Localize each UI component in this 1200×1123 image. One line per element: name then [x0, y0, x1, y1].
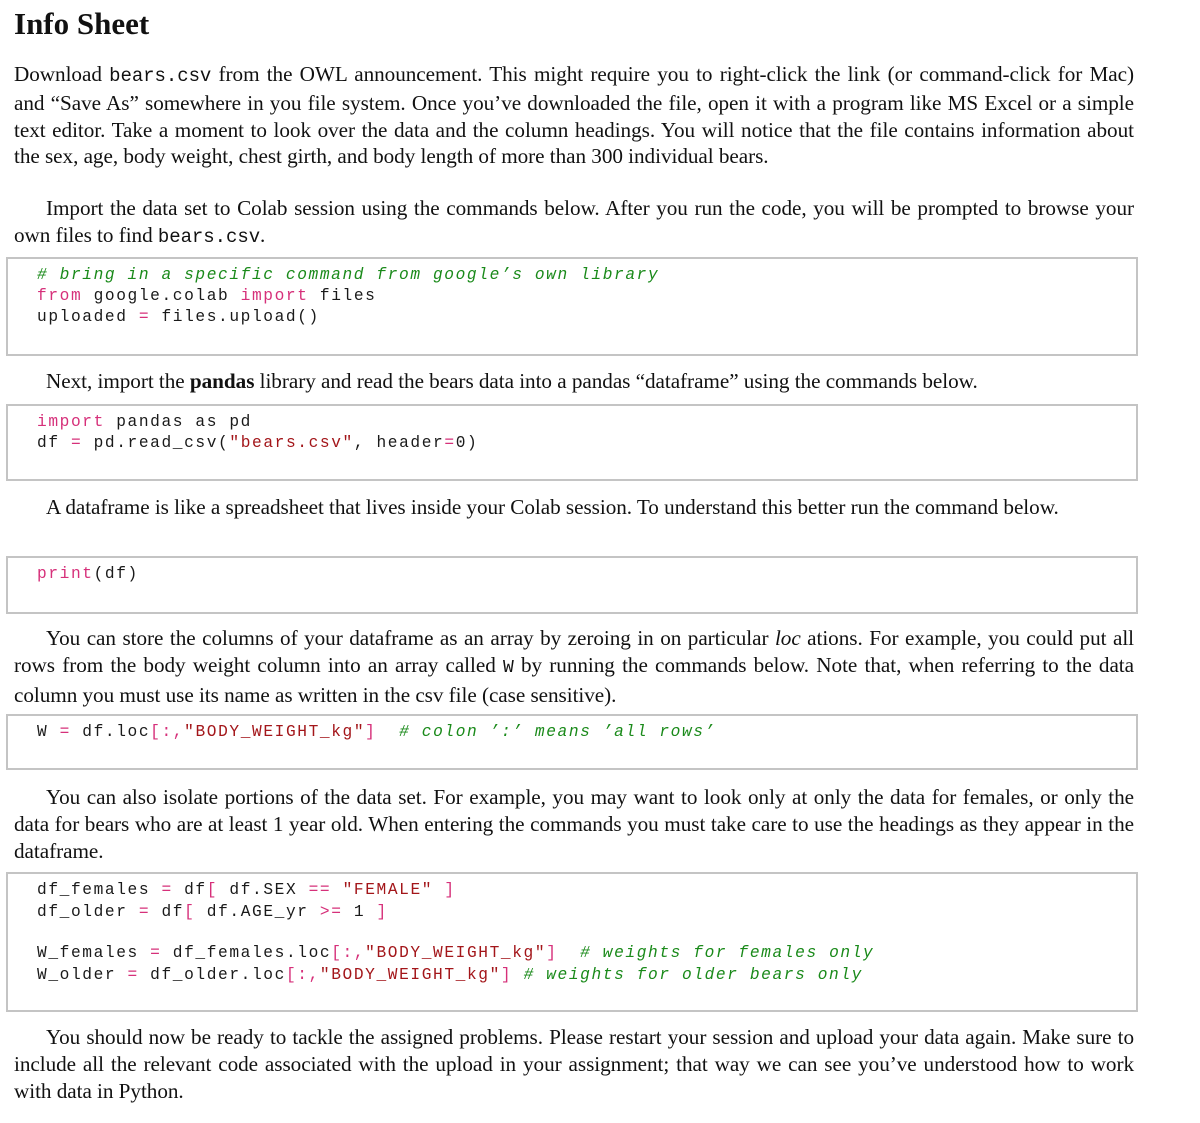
keyword-import: import: [240, 287, 309, 305]
bracket: [:,: [150, 723, 185, 741]
code-text: df_older.loc: [138, 966, 286, 984]
string-literal: "BODY_WEIGHT_kg": [184, 723, 366, 741]
code-text: df: [37, 434, 71, 452]
text: .: [260, 222, 266, 247]
code-comment: # colon ’:’ means ’all rows’: [399, 723, 716, 741]
code-text: df: [172, 881, 207, 899]
code-comment: # weights for older bears only: [523, 966, 864, 984]
code-text: df.loc: [70, 723, 151, 741]
loc-italic: loc: [774, 626, 801, 650]
code-block-print[interactable]: print(df): [6, 556, 1138, 614]
string-literal: "BODY_WEIGHT_kg": [319, 966, 501, 984]
code-line: from google.colab import files: [37, 286, 376, 307]
code-block-loc[interactable]: W = df.loc[:,"BODY_WEIGHT_kg"] # colon ’…: [6, 714, 1138, 770]
bracket: [: [184, 903, 196, 921]
code-block-filters[interactable]: df_females = df[ df.SEX == "FEMALE" ] df…: [6, 872, 1138, 1012]
bracket: [:,: [285, 966, 320, 984]
string-literal: "bears.csv": [229, 434, 354, 452]
code-text: df_older: [37, 903, 139, 921]
operator: =: [138, 903, 151, 921]
bracket: [:,: [331, 944, 366, 962]
operator: >=: [319, 903, 343, 921]
code-line: df = pd.read_csv("bears.csv", header=0): [37, 433, 478, 454]
loc-paragraph: You can store the columns of your datafr…: [14, 625, 1134, 708]
code-block-upload[interactable]: # bring in a specific command from googl…: [6, 257, 1138, 356]
code-line: uploaded = files.upload(): [37, 307, 320, 328]
pandas-paragraph: Next, import the pandas library and read…: [14, 368, 1134, 395]
code-text: pandas as pd: [104, 413, 252, 431]
download-paragraph: Download bears.csv from the OWL announce…: [14, 61, 1134, 170]
text: Next, import the: [46, 369, 190, 393]
code-text: (df): [93, 565, 139, 583]
code-text: files.upload(): [150, 308, 320, 326]
string-literal: "BODY_WEIGHT_kg": [365, 944, 547, 962]
code-text: df_females.loc: [161, 944, 332, 962]
code-comment: # weights for females only: [580, 944, 875, 962]
code-line: W_females = df_females.loc[:,"BODY_WEIGH…: [37, 943, 874, 964]
operator: ==: [308, 881, 332, 899]
operator: =: [70, 434, 83, 452]
page-title: Info Sheet: [14, 6, 150, 41]
code-line: import pandas as pd: [37, 412, 252, 433]
bracket: ]: [365, 723, 377, 741]
keyword-from: from: [37, 287, 83, 305]
text: You can store the columns of your datafr…: [46, 626, 775, 650]
operator: =: [444, 434, 456, 452]
code-text: df_females: [37, 881, 162, 899]
w-code: W: [502, 657, 514, 678]
operator: =: [59, 723, 71, 741]
dataframe-paragraph: A dataframe is like a spreadsheet that l…: [14, 494, 1134, 521]
code-text: W_older: [37, 966, 128, 984]
code-text: df: [150, 903, 185, 921]
code-text: df.AGE_yr: [195, 903, 320, 921]
code-line: W_older = df_older.loc[:,"BODY_WEIGHT_kg…: [37, 965, 863, 986]
bracket: [: [206, 881, 219, 899]
code-text: , header: [353, 434, 445, 452]
code-block-read-csv[interactable]: import pandas as pd df = pd.read_csv("be…: [6, 404, 1138, 481]
operator: =: [127, 966, 139, 984]
text: You should now be ready to tackle the as…: [14, 1025, 1134, 1103]
code-line: print(df): [37, 564, 139, 585]
code-text: df.SEX: [218, 881, 309, 899]
keyword-import: import: [37, 413, 105, 431]
bracket: ]: [500, 966, 513, 984]
text: library and read the bears data into a p…: [254, 369, 978, 393]
operator: =: [138, 308, 151, 326]
code-line: df_females = df[ df.SEX == "FEMALE" ]: [37, 880, 456, 901]
code-text: 1: [342, 903, 377, 921]
operator: =: [150, 944, 162, 962]
bracket: ]: [546, 944, 558, 962]
text: Download: [14, 62, 110, 86]
code-comment: # bring in a specific command from googl…: [37, 266, 660, 284]
code-text: google.colab: [82, 287, 241, 305]
filename-code: bears.csv: [109, 65, 212, 87]
code-line: W = df.loc[:,"BODY_WEIGHT_kg"] # colon ’…: [37, 722, 716, 743]
code-text: W_females: [37, 944, 151, 962]
filename-code: bears.csv: [157, 225, 261, 248]
code-text: pd.read_csv(: [82, 434, 230, 452]
operator: =: [161, 881, 173, 899]
code-text: uploaded: [37, 308, 139, 326]
string-literal: "FEMALE": [342, 881, 434, 899]
pandas-bold: pandas: [189, 369, 255, 393]
code-text: 0): [455, 434, 479, 452]
text: You can also isolate portions of the dat…: [14, 785, 1134, 863]
closing-paragraph: You should now be ready to tackle the as…: [14, 1024, 1134, 1104]
code-text: W: [37, 723, 60, 741]
isolate-paragraph: You can also isolate portions of the dat…: [14, 784, 1134, 864]
bracket: ]: [376, 903, 388, 921]
code-line: df_older = df[ df.AGE_yr >= 1 ]: [37, 902, 388, 923]
keyword-print: print: [37, 565, 94, 583]
bracket: ]: [444, 881, 456, 899]
import-paragraph: Import the data set to Colab session usi…: [14, 195, 1134, 251]
text: A dataframe is like a spreadsheet that l…: [46, 495, 1059, 519]
code-text: files: [308, 287, 377, 305]
code-line: # bring in a specific command from googl…: [37, 265, 659, 286]
